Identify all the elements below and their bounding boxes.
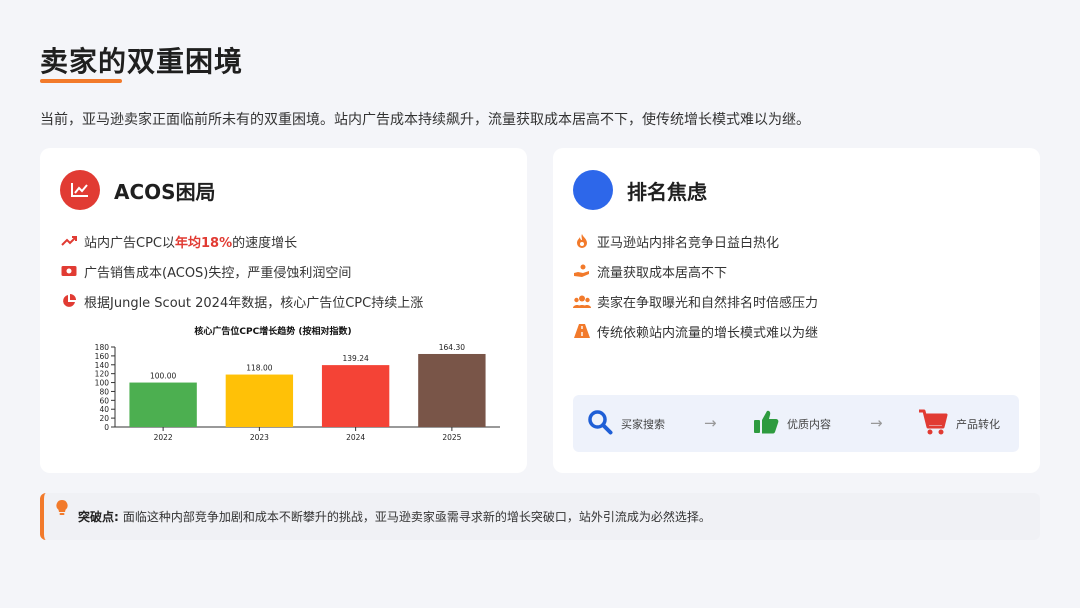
search-icon [587, 409, 613, 439]
pie-chart-icon [60, 293, 78, 309]
list-item: 卖家在争取曝光和自然排名时倍感压力 [573, 286, 818, 316]
y-tick-label: 100 [95, 379, 110, 388]
y-tick-label: 60 [99, 396, 109, 405]
list-item: 传统依赖站内流量的增长模式难以为继 [573, 316, 818, 346]
y-tick-label: 40 [99, 405, 109, 414]
flow-step-conversion: 产品转化 [918, 395, 1000, 452]
lightbulb-icon [56, 499, 70, 518]
acos-card-header: ACOS困局 [60, 170, 216, 210]
acos-card-title: ACOS困局 [114, 179, 216, 204]
bullet-highlight: 年均18% [175, 235, 233, 251]
bullet-text-suffix: 的速度增长 [232, 235, 298, 251]
ranking-bullet-list: 亚马逊站内排名竞争日益白热化 流量获取成本居高不下 卖家在争取曝光和自然排名时倍… [573, 226, 818, 346]
bar-value-label: 139.24 [343, 354, 369, 363]
cart-icon [918, 408, 948, 440]
cpc-chart-svg: 核心广告位CPC增长趋势 (按相对指数) 0204060801001201401… [95, 325, 500, 442]
bullet-text: 流量获取成本居高不下 [597, 265, 728, 281]
bar [129, 382, 197, 427]
acos-bullet-list: 站内广告CPC以 年均18% 的速度增长 广告销售成本(ACOS)失控，严重侵蚀利润… [60, 226, 423, 316]
callout-label: 突破点: [78, 510, 119, 524]
money-icon [60, 263, 78, 279]
x-tick-label: 2024 [346, 433, 365, 442]
arrow-right-icon: → [870, 414, 883, 432]
list-item: 站内广告CPC以 年均18% 的速度增长 [60, 226, 423, 256]
flow-label: 产品转化 [956, 417, 1000, 431]
x-tick-label: 2023 [250, 433, 269, 442]
road-icon [573, 323, 591, 339]
cpc-chart: 核心广告位CPC增长趋势 (按相对指数) 0 20 40 60 80 100 120 140 1… [60, 320, 510, 450]
hand-coin-icon [573, 263, 591, 279]
ranking-card-title: 排名焦虑 [627, 179, 707, 204]
acos-card: ACOS困局 站内广告CPC以 年均18% 的速度增长 广告销售成本(ACOS)失控… [40, 148, 527, 473]
insight-callout: 突破点: 面临这种内部竞争加剧和成本不断攀升的挑战，亚马逊卖家亟需寻求新的增长突… [40, 493, 1040, 540]
list-item: 流量获取成本居高不下 [573, 256, 818, 286]
bullet-text-prefix: 站内广告CPC以 [84, 235, 175, 251]
y-tick-label: 80 [99, 387, 109, 396]
list-item: 亚马逊站内排名竞争日益白热化 [573, 226, 818, 256]
y-tick-label: 0 [104, 423, 109, 432]
bullet-text: 广告销售成本(ACOS)失控，严重侵蚀利润空间 [84, 265, 352, 281]
flow-label: 买家搜索 [621, 417, 665, 431]
users-icon [573, 293, 591, 309]
list-item: 根据Jungle Scout 2024年数据，核心广告位CPC持续上涨 [60, 286, 423, 316]
y-tick-label: 140 [95, 361, 110, 370]
x-tick-label: 2022 [154, 433, 173, 442]
flow-step-search: 买家搜索 [587, 395, 665, 452]
flow-step-content: 优质内容 [753, 395, 831, 452]
bullet-text: 根据Jungle Scout 2024年数据，核心广告位CPC持续上涨 [84, 295, 424, 311]
y-tick-label: 20 [99, 414, 109, 423]
y-tick-label: 120 [95, 370, 110, 379]
flow-label: 优质内容 [787, 417, 831, 431]
thumbs-up-icon [753, 409, 779, 439]
list-item: 广告销售成本(ACOS)失控，严重侵蚀利润空间 [60, 256, 423, 286]
bar [418, 353, 486, 427]
chart-line-icon [60, 170, 100, 210]
page-title: 卖家的双重困境 [40, 45, 244, 78]
bar [321, 365, 390, 427]
bar-value-label: 100.00 [150, 372, 176, 381]
ranking-badge-icon [573, 170, 613, 210]
arrow-right-icon: → [704, 414, 717, 432]
trend-up-icon [60, 233, 78, 249]
y-tick-label: 180 [95, 343, 110, 352]
callout-text: 面临这种内部竞争加剧和成本不断攀升的挑战，亚马逊卖家亟需寻求新的增长突破口，站外… [122, 510, 711, 524]
ranking-card: 排名焦虑 亚马逊站内排名竞争日益白热化 流量获取成本居高不下 卖家在争取曝光和自… [553, 148, 1040, 473]
title-underline [40, 79, 122, 83]
chart-title: 核心广告位CPC增长趋势 (按相对指数) [194, 325, 351, 337]
x-tick-label: 2025 [442, 433, 461, 442]
bullet-text: 亚马逊站内排名竞争日益白热化 [597, 235, 780, 251]
bar-value-label: 164.30 [439, 343, 465, 352]
intro-text: 当前，亚马逊卖家正面临前所未有的双重困境。站内广告成本持续飙升，流量获取成本居高… [40, 112, 810, 128]
ranking-card-header: 排名焦虑 [573, 170, 707, 210]
bar [225, 374, 294, 427]
bar-value-label: 118.00 [246, 364, 272, 373]
fire-icon [573, 233, 591, 249]
conversion-flow: 买家搜索 → 优质内容 → 产品转化 [573, 395, 1019, 452]
bullet-text: 卖家在争取曝光和自然排名时倍感压力 [597, 295, 819, 311]
y-tick-label: 160 [95, 352, 110, 361]
bullet-text: 传统依赖站内流量的增长模式难以为继 [597, 325, 819, 341]
